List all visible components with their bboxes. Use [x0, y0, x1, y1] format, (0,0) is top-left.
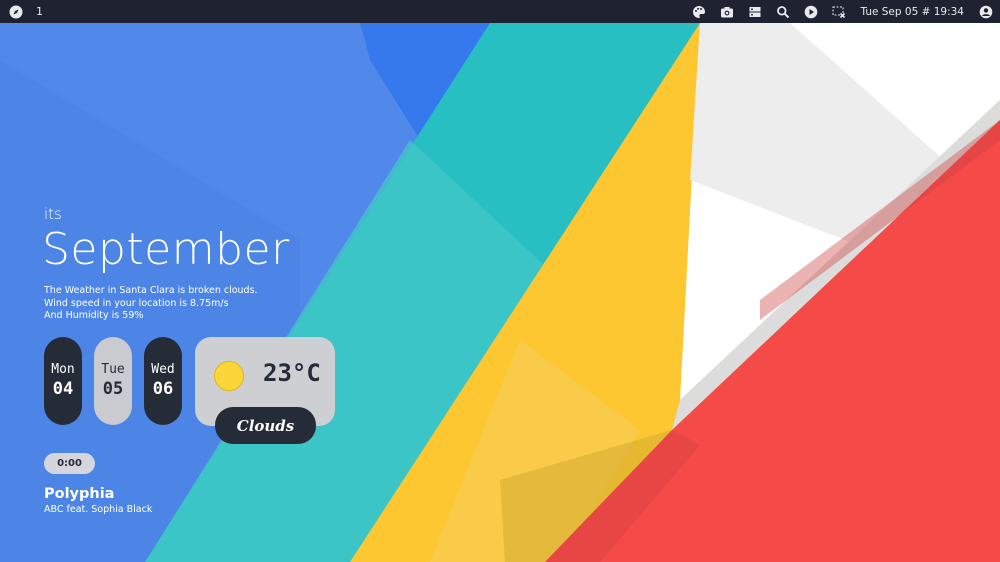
day-name: Mon: [51, 362, 75, 377]
camera-icon[interactable]: [719, 4, 735, 20]
song-artist: ABC feat. Sophia Black: [44, 504, 153, 515]
month-title: September: [42, 224, 290, 275]
temperature: 23°C: [263, 359, 321, 387]
weather-line: The Weather in Santa Clara is broken clo…: [44, 285, 258, 296]
month-prefix: its: [44, 205, 62, 223]
day-pill-mon: Mon 04: [44, 337, 82, 425]
day-date: 06: [152, 379, 174, 399]
humidity-line: And Humidity is 59%: [44, 310, 144, 321]
workspace-indicator[interactable]: 1: [36, 5, 43, 18]
search-icon[interactable]: [775, 4, 791, 20]
song-title: Polyphia: [44, 486, 115, 502]
panel-left: 1: [8, 0, 43, 23]
compass-icon[interactable]: [8, 4, 24, 20]
user-icon[interactable]: [978, 4, 994, 20]
wind-line: Wind speed in your location is 8.75m/s: [44, 297, 229, 309]
day-name: Tue: [101, 362, 125, 377]
palette-icon[interactable]: [691, 4, 707, 20]
day-pill-tue: Tue 05: [94, 337, 132, 425]
day-date: 05: [102, 379, 124, 399]
day-pill-wed: Wed 06: [144, 337, 182, 425]
clock[interactable]: Tue Sep 05 # 19:34: [861, 6, 965, 18]
sun-icon: [214, 361, 244, 391]
server-icon[interactable]: [747, 4, 763, 20]
day-name: Wed: [151, 362, 175, 377]
top-panel: 1 Tue Sep 05 # 19:34: [0, 0, 1000, 23]
weather-condition: Clouds: [215, 407, 316, 444]
desktop-wallpaper: [0, 0, 1000, 562]
play-icon[interactable]: [803, 4, 819, 20]
panel-right: Tue Sep 05 # 19:34: [691, 0, 995, 23]
music-time: 0:00: [44, 453, 95, 474]
window-close-icon[interactable]: [831, 4, 847, 20]
weather-description: The Weather in Santa Clara is broken clo…: [44, 285, 258, 323]
day-date: 04: [52, 379, 74, 399]
